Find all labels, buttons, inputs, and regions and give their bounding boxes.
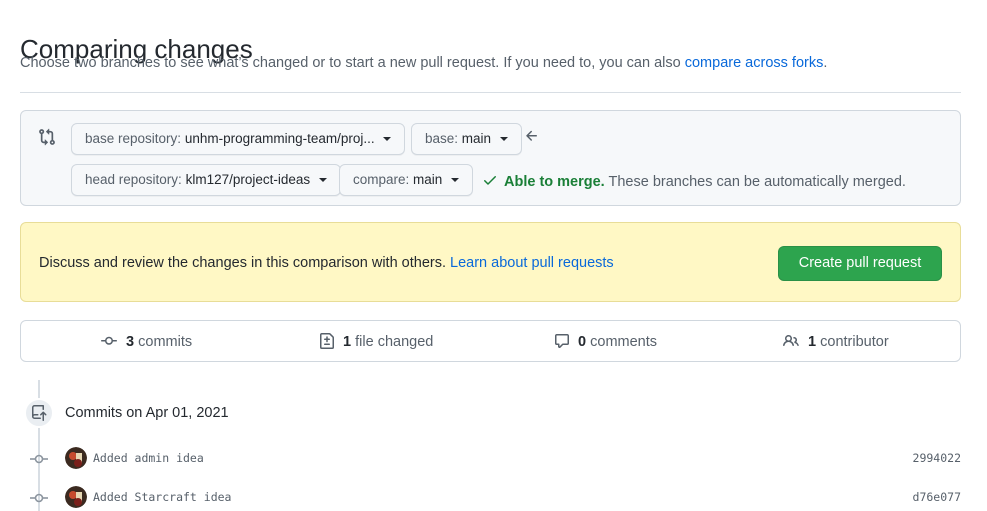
merge-status-text: These branches can be automatically merg… bbox=[608, 174, 906, 190]
range-editor: base repository: unhm-programming-team/p… bbox=[20, 110, 961, 206]
subtitle-text: Choose two branches to see what’s change… bbox=[20, 55, 681, 71]
caret-down-icon bbox=[318, 178, 327, 183]
caret-down-icon bbox=[451, 178, 460, 183]
compare-branch-label: compare: bbox=[353, 172, 410, 187]
head-repository-value: klm127/project-ideas bbox=[185, 172, 311, 187]
commits-count: 3 bbox=[126, 334, 135, 350]
comments-summary[interactable]: 0 comments bbox=[554, 333, 657, 350]
git-commit-icon bbox=[30, 491, 48, 505]
base-repository-value: unhm-programming-team/proj... bbox=[184, 131, 375, 146]
comments-count: 0 bbox=[578, 334, 587, 350]
file-diff-icon bbox=[319, 333, 343, 350]
compare-across-forks-link[interactable]: compare across forks bbox=[685, 55, 824, 71]
files-label: file changed bbox=[355, 334, 434, 350]
numbers-summary: 3 commits 1 file changed 0 comments 1 co… bbox=[20, 320, 961, 362]
arrow-left-icon bbox=[524, 128, 540, 144]
avatar[interactable] bbox=[65, 447, 87, 469]
page-subtitle: Choose two branches to see what’s change… bbox=[20, 55, 827, 71]
flash-message: Discuss and review the changes in this c… bbox=[39, 255, 614, 271]
commits-summary[interactable]: 3 commits bbox=[100, 333, 192, 350]
avatar[interactable] bbox=[65, 486, 87, 508]
contributors-count: 1 bbox=[808, 334, 817, 350]
files-count: 1 bbox=[343, 334, 352, 350]
commits-label: commits bbox=[138, 334, 193, 350]
git-commit-icon bbox=[100, 334, 126, 350]
files-summary[interactable]: 1 file changed bbox=[319, 333, 433, 350]
commit-message-link[interactable]: Added admin idea bbox=[93, 451, 204, 465]
commit-row: Added Starcraft idea d76e077 bbox=[0, 486, 987, 510]
git-compare-icon bbox=[38, 128, 56, 146]
caret-down-icon bbox=[383, 137, 392, 142]
header-divider bbox=[20, 92, 961, 93]
merge-ok-label: Able to merge. bbox=[504, 174, 605, 190]
flash-text: Discuss and review the changes in this c… bbox=[39, 255, 446, 271]
comment-icon bbox=[554, 334, 578, 350]
timeline-badge bbox=[24, 398, 54, 428]
merge-status: Able to merge. These branches can be aut… bbox=[482, 172, 906, 192]
contributors-summary[interactable]: 1 contributor bbox=[782, 333, 889, 350]
base-repository-select[interactable]: base repository: unhm-programming-team/p… bbox=[71, 123, 406, 155]
commit-message-link[interactable]: Added Starcraft idea bbox=[93, 490, 231, 504]
commit-sha-link[interactable]: 2994022 bbox=[913, 451, 961, 465]
check-icon bbox=[482, 172, 498, 192]
base-branch-select[interactable]: base: main bbox=[411, 123, 522, 155]
git-commit-icon bbox=[30, 452, 48, 466]
learn-about-pull-requests-link[interactable]: Learn about pull requests bbox=[450, 255, 614, 271]
head-repository-select[interactable]: head repository: klm127/project-ideas bbox=[71, 164, 341, 196]
commit-row: Added admin idea 2994022 bbox=[0, 447, 987, 471]
head-repository-label: head repository: bbox=[85, 172, 182, 187]
caret-down-icon bbox=[499, 137, 508, 142]
commit-sha-link[interactable]: d76e077 bbox=[913, 490, 961, 504]
subtitle-end: . bbox=[823, 55, 828, 71]
create-pr-flash: Discuss and review the changes in this c… bbox=[20, 222, 961, 302]
base-branch-value: main bbox=[461, 131, 492, 146]
commits-date-heading: Commits on Apr 01, 2021 bbox=[65, 405, 229, 421]
compare-branch-select[interactable]: compare: main bbox=[339, 164, 474, 196]
people-icon bbox=[782, 334, 808, 350]
create-pull-request-button[interactable]: Create pull request bbox=[778, 246, 942, 281]
base-repository-label: base repository: bbox=[85, 131, 182, 146]
base-branch-label: base: bbox=[425, 131, 459, 146]
contributors-label: contributor bbox=[820, 334, 889, 350]
compare-branch-value: main bbox=[413, 172, 443, 187]
comments-label: comments bbox=[590, 334, 658, 350]
